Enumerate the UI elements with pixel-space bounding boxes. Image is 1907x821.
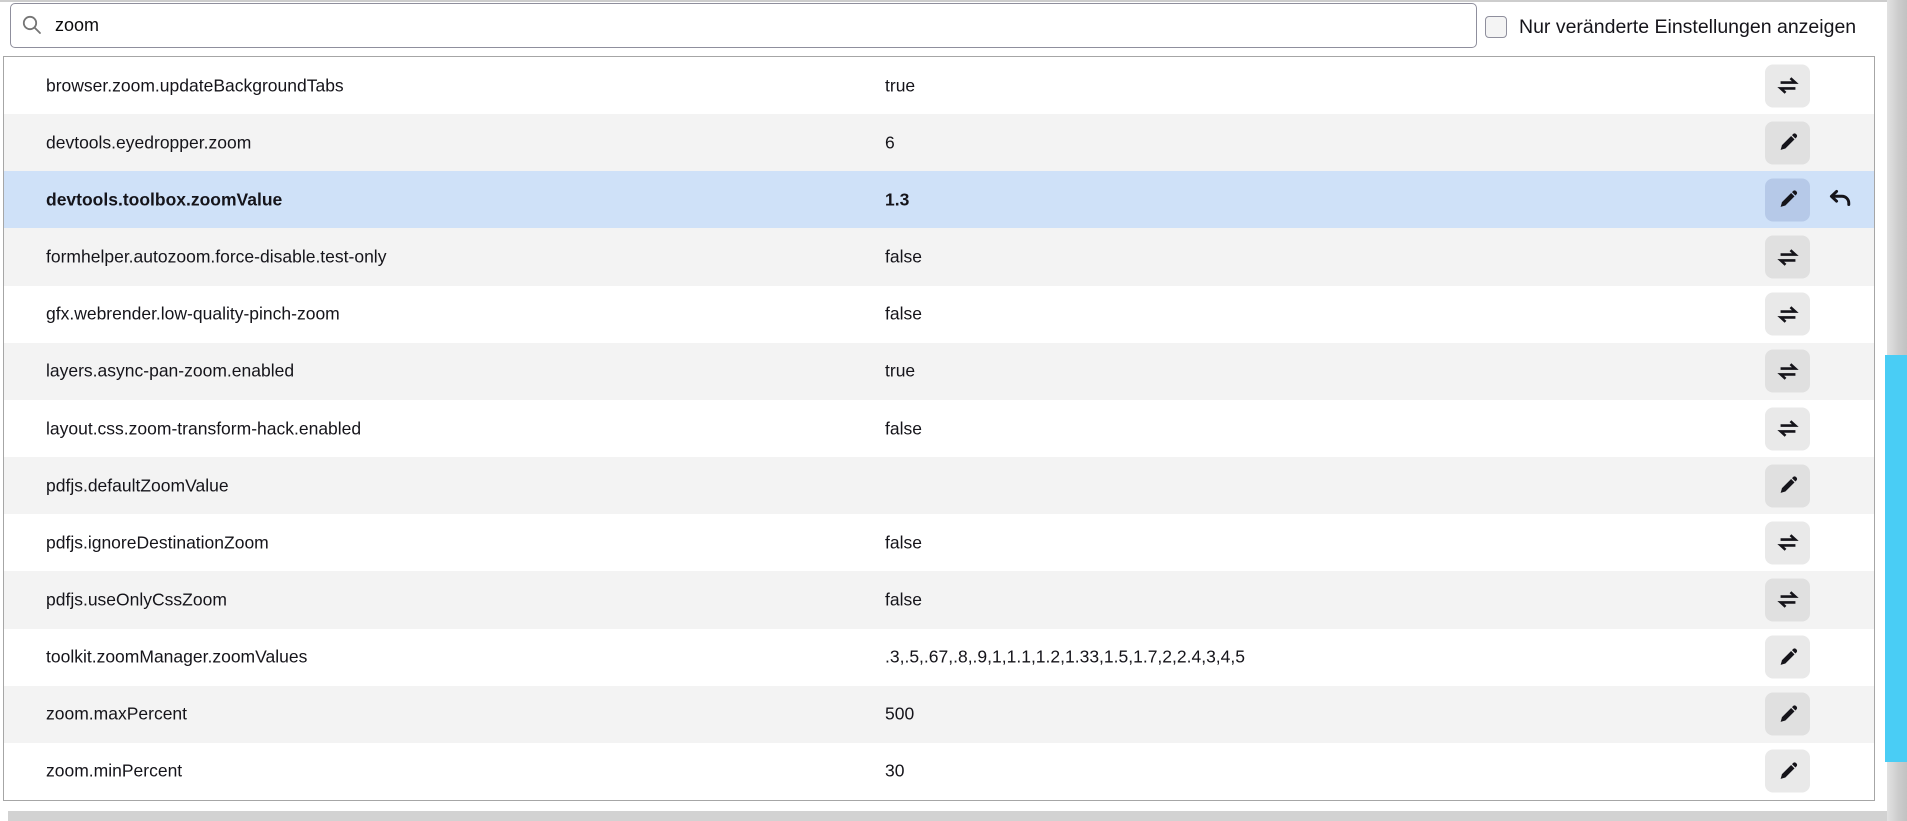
pref-value: false	[885, 532, 922, 553]
vertical-scrollbar-thumb[interactable]	[1885, 355, 1907, 762]
toggle-arrows-icon	[1777, 532, 1799, 554]
pref-name: formhelper.autozoom.force-disable.test-o…	[46, 247, 386, 268]
pref-value: false	[885, 418, 922, 439]
toggle-button[interactable]	[1765, 350, 1810, 393]
pref-name: browser.zoom.updateBackgroundTabs	[46, 75, 344, 96]
pref-value: 30	[885, 761, 904, 782]
pref-name: devtools.toolbox.zoomValue	[46, 189, 282, 210]
pref-name: devtools.eyedropper.zoom	[46, 132, 251, 153]
pref-row[interactable]: devtools.toolbox.zoomValue 1.3	[4, 171, 1874, 228]
pref-value: false	[885, 589, 922, 610]
pencil-icon	[1778, 647, 1798, 667]
pref-name: zoom.maxPercent	[46, 704, 187, 725]
window-top-edge	[0, 0, 1907, 2]
toggle-button[interactable]	[1765, 578, 1810, 621]
pref-name: gfx.webrender.low-quality-pinch-zoom	[46, 304, 340, 325]
edit-button[interactable]	[1765, 636, 1810, 679]
edit-button[interactable]	[1765, 178, 1810, 221]
pref-row[interactable]: browser.zoom.updateBackgroundTabs true	[4, 57, 1874, 114]
pencil-icon	[1778, 476, 1798, 496]
pref-value: true	[885, 75, 915, 96]
pref-row[interactable]: pdfjs.ignoreDestinationZoom false	[4, 514, 1874, 571]
search-input[interactable]	[10, 3, 1477, 48]
pref-value: 6	[885, 132, 895, 153]
pref-row[interactable]: zoom.maxPercent 500	[4, 686, 1874, 743]
toggle-arrows-icon	[1777, 246, 1799, 268]
edit-button[interactable]	[1765, 464, 1810, 507]
toggle-arrows-icon	[1777, 360, 1799, 382]
pref-value: 1.3	[885, 189, 909, 210]
modified-only-filter[interactable]: Nur veränderte Einstellungen anzeigen	[1485, 4, 1856, 50]
modified-only-checkbox[interactable]	[1485, 16, 1507, 38]
pref-row[interactable]: devtools.eyedropper.zoom 6	[4, 114, 1874, 171]
toggle-button[interactable]	[1765, 236, 1810, 279]
toggle-arrows-icon	[1777, 418, 1799, 440]
pref-row[interactable]: pdfjs.useOnlyCssZoom false	[4, 571, 1874, 628]
pref-row[interactable]: zoom.minPercent 30	[4, 743, 1874, 800]
pencil-icon	[1778, 133, 1798, 153]
toggle-button[interactable]	[1765, 293, 1810, 336]
edit-button[interactable]	[1765, 121, 1810, 164]
toggle-arrows-icon	[1777, 303, 1799, 325]
pref-row[interactable]: pdfjs.defaultZoomValue	[4, 457, 1874, 514]
pencil-icon	[1778, 761, 1798, 781]
prefs-table: browser.zoom.updateBackgroundTabs true d…	[3, 56, 1875, 801]
pref-value: .3,.5,.67,.8,.9,1,1.1,1.2,1.33,1.5,1.7,2…	[885, 647, 1245, 668]
pref-name: layout.css.zoom-transform-hack.enabled	[46, 418, 361, 439]
pref-row[interactable]: formhelper.autozoom.force-disable.test-o…	[4, 228, 1874, 285]
pref-row[interactable]: gfx.webrender.low-quality-pinch-zoom fal…	[4, 286, 1874, 343]
pref-row[interactable]: layers.async-pan-zoom.enabled true	[4, 343, 1874, 400]
pencil-icon	[1778, 190, 1798, 210]
reset-button[interactable]	[1821, 181, 1859, 219]
toggle-button[interactable]	[1765, 407, 1810, 450]
pref-name: pdfjs.ignoreDestinationZoom	[46, 532, 269, 553]
edit-button[interactable]	[1765, 750, 1810, 793]
pref-row[interactable]: toolkit.zoomManager.zoomValues .3,.5,.67…	[4, 629, 1874, 686]
horizontal-scrollbar[interactable]	[8, 811, 1887, 821]
pref-name: layers.async-pan-zoom.enabled	[46, 361, 294, 382]
pref-row[interactable]: layout.css.zoom-transform-hack.enabled f…	[4, 400, 1874, 457]
toggle-arrows-icon	[1777, 75, 1799, 97]
undo-icon	[1827, 187, 1853, 213]
pref-value: true	[885, 361, 915, 382]
vertical-scrollbar[interactable]	[1887, 0, 1907, 821]
toggle-arrows-icon	[1777, 589, 1799, 611]
edit-button[interactable]	[1765, 693, 1810, 736]
pref-name: zoom.minPercent	[46, 761, 182, 782]
pref-name: pdfjs.useOnlyCssZoom	[46, 589, 227, 610]
modified-only-label: Nur veränderte Einstellungen anzeigen	[1519, 16, 1856, 39]
pref-name: toolkit.zoomManager.zoomValues	[46, 647, 307, 668]
toggle-button[interactable]	[1765, 521, 1810, 564]
pref-value: false	[885, 247, 922, 268]
pref-name: pdfjs.defaultZoomValue	[46, 475, 229, 496]
pref-value: false	[885, 304, 922, 325]
pencil-icon	[1778, 704, 1798, 724]
pref-value: 500	[885, 704, 914, 725]
toggle-button[interactable]	[1765, 64, 1810, 107]
